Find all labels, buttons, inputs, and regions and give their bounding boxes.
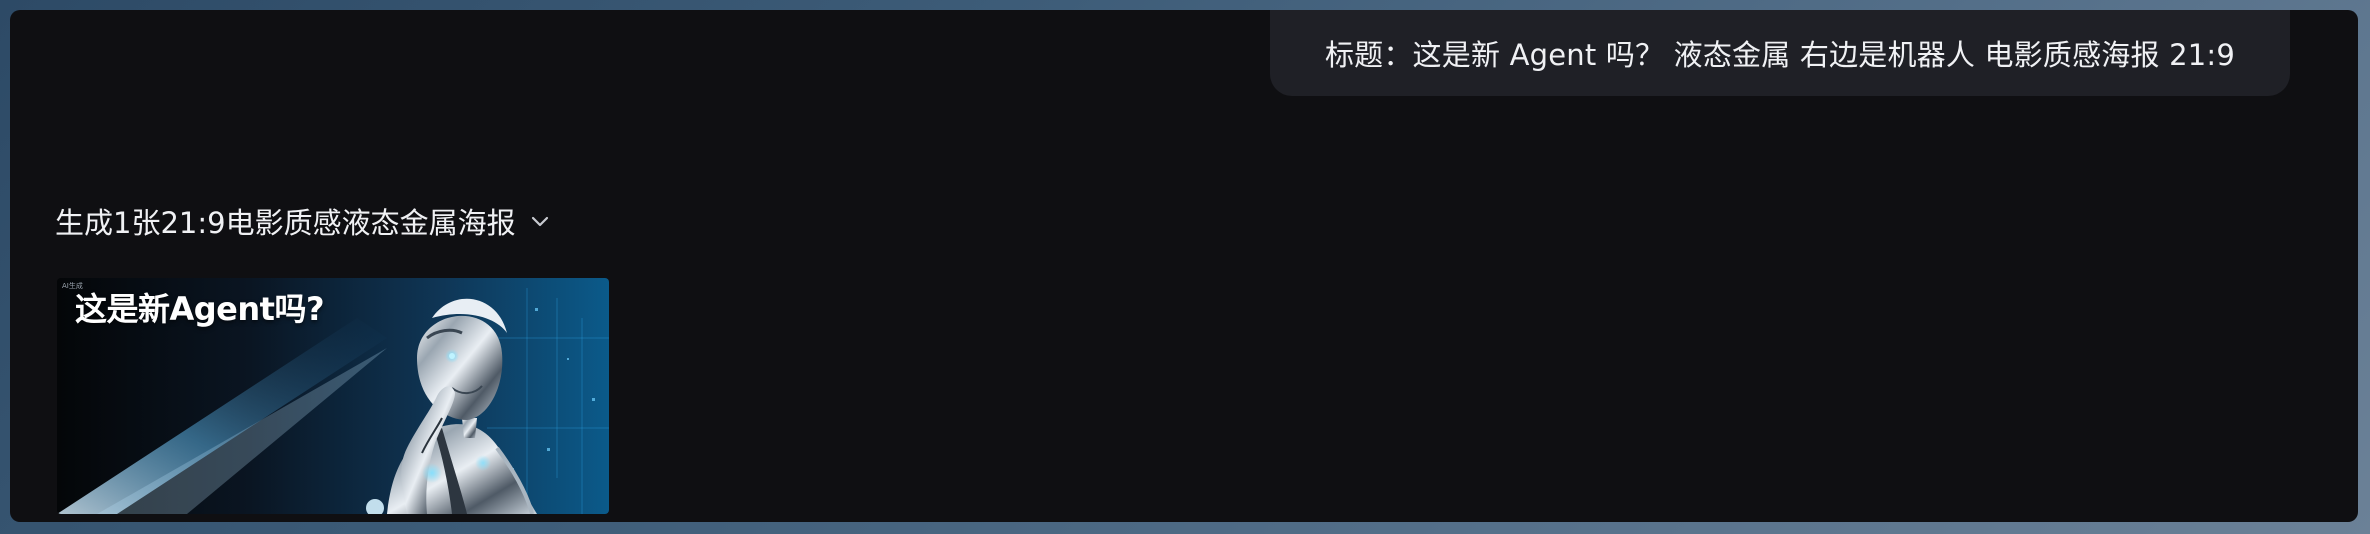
chat-window: 标题：这是新 Agent 吗？ 液态金属 右边是机器人 电影质感海报 21:9 … (10, 10, 2358, 522)
assistant-reply-toggle[interactable]: 生成1张21:9电影质感液态金属海报 (55, 200, 554, 242)
user-message-bubble: 标题：这是新 Agent 吗？ 液态金属 右边是机器人 电影质感海报 21:9 (1270, 10, 2290, 96)
generated-poster-image[interactable]: AI生成 这是新Agent吗? (57, 278, 609, 514)
chevron-down-icon (531, 216, 548, 227)
poster-headline: 这是新Agent吗? (75, 290, 325, 328)
assistant-reply-title: 生成1张21:9电影质感液态金属海报 (55, 206, 516, 240)
user-message-text: 标题：这是新 Agent 吗？ 液态金属 右边是机器人 电影质感海报 21:9 (1324, 38, 2236, 72)
